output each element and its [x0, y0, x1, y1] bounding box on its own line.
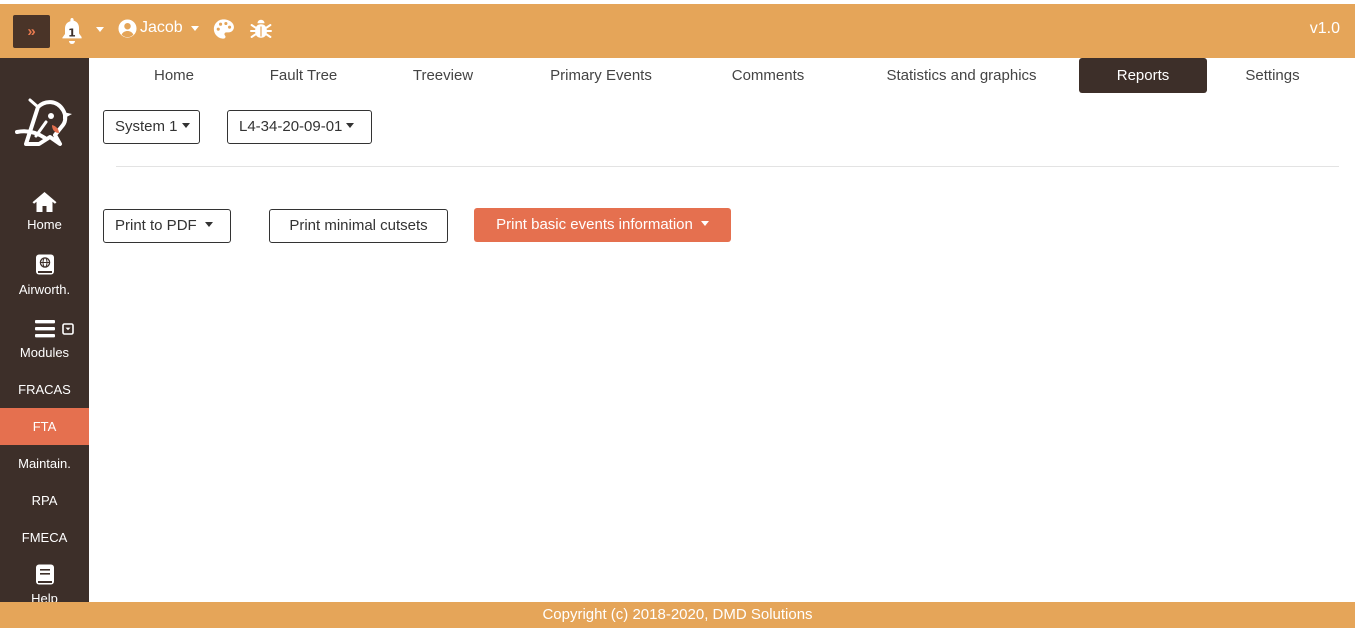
sidebar-item-label: FTA [32, 419, 57, 434]
tab-reports[interactable]: Reports [1079, 58, 1207, 93]
sidebar-item-label: FMECA [21, 530, 68, 545]
sidebar-item-airworth[interactable]: Airworth. [0, 254, 89, 298]
top-navbar: » 1 Jacob v1.0 [0, 4, 1355, 58]
fault-tree-select-value: L4-34-20-09-01 [239, 118, 343, 135]
bell-icon[interactable]: 1 [60, 17, 84, 45]
sidebar-item-label: Home [27, 217, 62, 232]
tab-comments[interactable]: Comments [709, 58, 827, 93]
sidebar-toggle-button[interactable]: » [13, 15, 50, 48]
fault-tree-select[interactable]: L4-34-20-09-01 [227, 110, 372, 144]
sidebar: Home Airworth. Modules FRACAS FTA Mainta… [0, 58, 89, 602]
chevron-down-icon [346, 122, 355, 128]
home-icon [32, 192, 57, 212]
sidebar-item-label: Airworth. [18, 282, 71, 297]
copyright-text: Copyright (c) 2018-2020, DMD Solutions [542, 606, 813, 623]
sidebar-item-label: Maintain. [18, 456, 71, 471]
sidebar-item-fmeca[interactable]: FMECA [0, 519, 89, 556]
bird-logo[interactable] [14, 92, 74, 152]
sidebar-item-label: Help [31, 591, 58, 602]
chevron-down-icon [700, 220, 709, 226]
sidebar-item-fracas[interactable]: FRACAS [0, 371, 89, 408]
sidebar-item-fta[interactable]: FTA [0, 408, 89, 445]
user-menu-caret-icon[interactable] [191, 26, 199, 31]
app-version: v1.0 [1309, 20, 1340, 37]
print-basic-events-label: Print basic events information [496, 216, 693, 233]
sidebar-item-maintain[interactable]: Maintain. [0, 445, 89, 482]
palette-icon[interactable] [212, 18, 235, 40]
sidebar-item-rpa[interactable]: RPA [0, 482, 89, 519]
notifications-caret-icon[interactable] [96, 27, 104, 32]
bug-icon[interactable] [249, 17, 273, 41]
notification-count: 1 [68, 27, 76, 40]
user-name[interactable]: Jacob [140, 18, 183, 38]
user-circle-icon[interactable] [118, 19, 137, 38]
tab-settings[interactable]: Settings [1224, 58, 1321, 93]
divider [116, 166, 1339, 167]
tab-primary-events[interactable]: Primary Events [529, 58, 673, 93]
chevron-down-icon [204, 221, 213, 227]
tab-home[interactable]: Home [134, 58, 214, 93]
system-select-value: System 1 [115, 118, 178, 135]
sidebar-item-home[interactable]: Home [0, 191, 89, 233]
print-to-pdf-label: Print to PDF [115, 217, 197, 234]
book-globe-icon [35, 254, 54, 275]
menu-icon [34, 320, 74, 338]
tab-statistics-and-graphics[interactable]: Statistics and graphics [864, 58, 1059, 93]
tab-treeview[interactable]: Treeview [394, 58, 492, 93]
system-select[interactable]: System 1 [103, 110, 200, 144]
module-tabs: Home Fault Tree Treeview Primary Events … [89, 58, 1355, 94]
footer: Copyright (c) 2018-2020, DMD Solutions [0, 602, 1355, 628]
book-icon [35, 564, 54, 585]
sidebar-item-modules[interactable]: Modules [0, 319, 89, 361]
chevron-down-icon [181, 122, 190, 128]
print-basic-events-button[interactable]: Print basic events information [474, 208, 731, 242]
sidebar-item-label: RPA [31, 493, 58, 508]
sidebar-item-label: Modules [19, 345, 70, 360]
sidebar-item-help[interactable]: Help [0, 564, 89, 602]
sidebar-item-label: FRACAS [18, 382, 71, 397]
tab-fault-tree[interactable]: Fault Tree [251, 58, 356, 93]
print-minimal-cutsets-button[interactable]: Print minimal cutsets [269, 209, 448, 243]
print-to-pdf-button[interactable]: Print to PDF [103, 209, 231, 243]
